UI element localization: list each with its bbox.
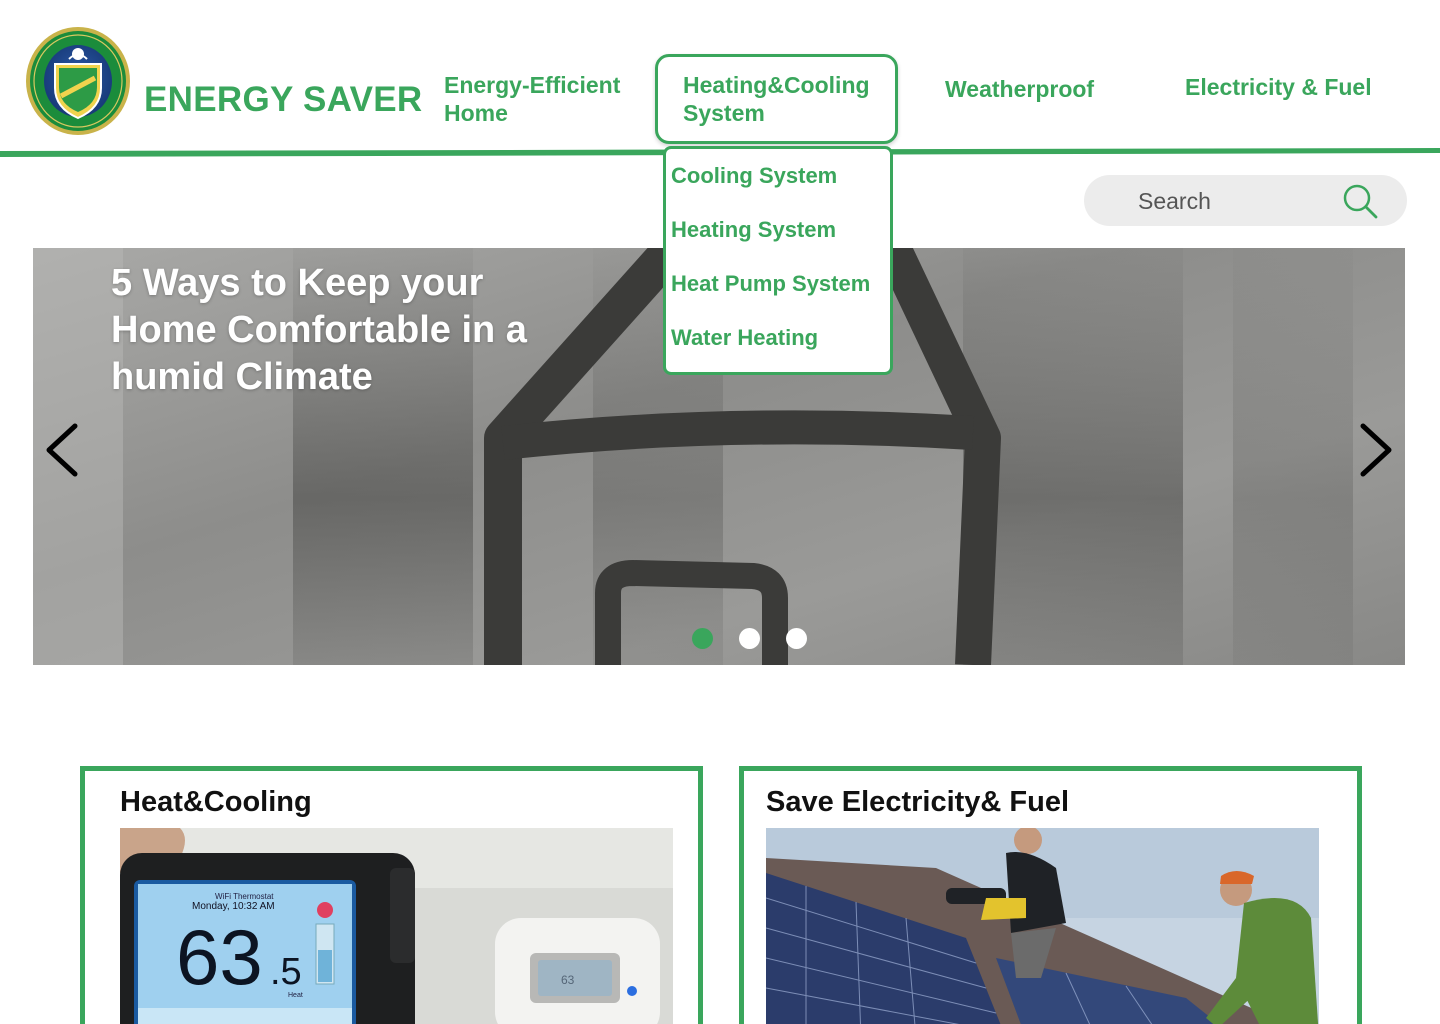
- carousel-dot-3[interactable]: [786, 628, 807, 649]
- card-save-electricity-fuel[interactable]: Save Electricity& Fuel: [739, 766, 1362, 1024]
- card-title: Heat&Cooling: [120, 786, 312, 818]
- search-icon[interactable]: [1342, 183, 1378, 219]
- nav-heating-cooling-system[interactable]: Heating&Cooling System: [655, 54, 898, 144]
- search-input[interactable]: [1138, 185, 1338, 217]
- chevron-right-icon[interactable]: [1355, 420, 1399, 480]
- nav-energy-efficient-home[interactable]: Energy-Efficient Home: [444, 71, 644, 127]
- solar-panel-installation-image: [766, 828, 1319, 1024]
- doe-seal-logo[interactable]: [25, 26, 131, 136]
- card-heat-cooling[interactable]: Heat&Cooling WiFi Thermostat Monday, 10:…: [80, 766, 703, 1024]
- nav-electricity-fuel[interactable]: Electricity & Fuel: [1185, 73, 1372, 101]
- dropdown-item-water-heating[interactable]: Water Heating: [671, 325, 818, 351]
- dropdown-item-heat-pump-system[interactable]: Heat Pump System: [671, 271, 870, 297]
- dropdown-item-cooling-system[interactable]: Cooling System: [671, 163, 837, 189]
- thermostat-image: WiFi Thermostat Monday, 10:32 AM 63 .5 H…: [120, 828, 673, 1024]
- carousel-dot-2[interactable]: [739, 628, 760, 649]
- heating-cooling-dropdown: Cooling System Heating System Heat Pump …: [663, 146, 893, 375]
- carousel-dot-1[interactable]: [692, 628, 713, 649]
- hero-title[interactable]: 5 Ways to Keep your Home Comfortable in …: [111, 260, 571, 401]
- thermostat-label: WiFi Thermostat: [215, 892, 274, 901]
- card-title: Save Electricity& Fuel: [766, 786, 1070, 818]
- nav-heating-cooling-label: Heating&Cooling System: [683, 72, 870, 126]
- site-title[interactable]: ENERGY SAVER: [144, 80, 423, 120]
- chevron-left-icon[interactable]: [39, 420, 83, 480]
- dropdown-item-heating-system[interactable]: Heating System: [671, 217, 836, 243]
- search-bar[interactable]: [1084, 175, 1407, 226]
- thermostat-temperature: 63: [176, 913, 263, 1001]
- thermostat-temperature-decimal: .5: [270, 951, 302, 993]
- nav-weatherproof[interactable]: Weatherproof: [945, 75, 1094, 103]
- thermostat-time: Monday, 10:32 AM: [192, 901, 275, 912]
- thermostat-mode: Heat: [288, 992, 303, 999]
- thermostat-secondary-display: 63: [561, 973, 575, 987]
